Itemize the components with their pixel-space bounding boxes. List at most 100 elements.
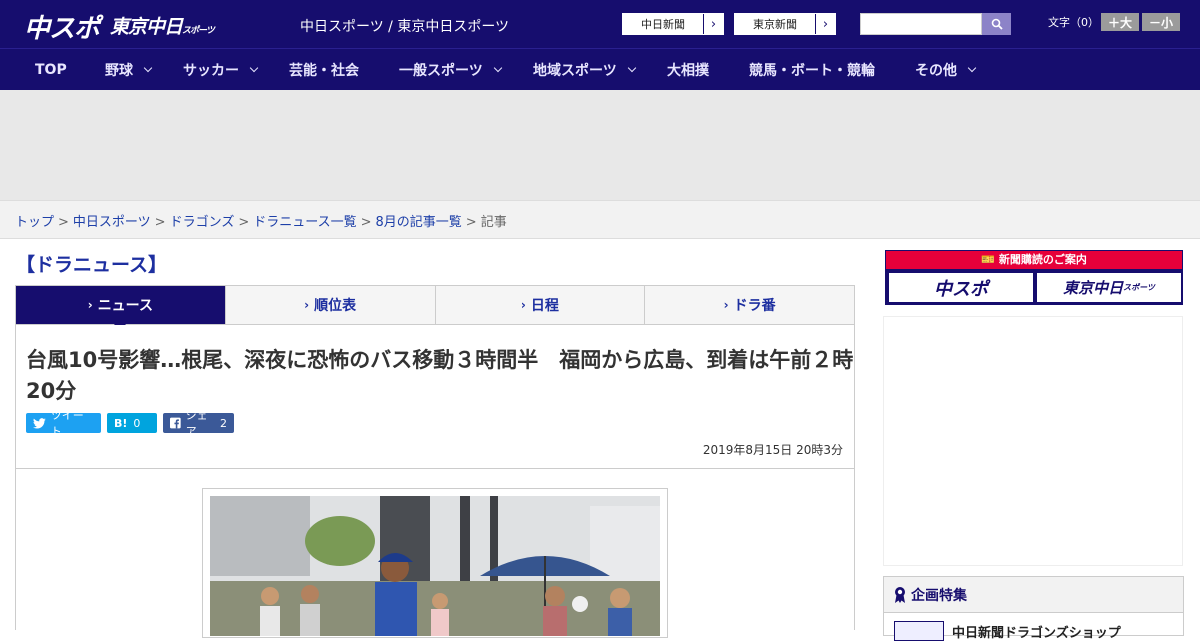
hatena-count: 0	[133, 416, 141, 430]
chevron-right-icon: ›	[703, 14, 723, 34]
site-header: 中スポ 東京中日スポーツ 中日スポーツ / 東京中日スポーツ 中日新聞 › 東京…	[0, 0, 1200, 48]
search-button[interactable]	[982, 13, 1011, 35]
breadcrumb-separator: >	[360, 215, 372, 230]
dragons-shop-thumbnail	[894, 621, 944, 641]
chevron-right-icon: ›	[520, 298, 526, 312]
special-features-title: 企画特集	[911, 587, 967, 604]
ticket-icon: 🎫	[981, 253, 995, 266]
article-divider	[16, 468, 854, 469]
chevron-right-icon: ›	[815, 14, 835, 34]
article-photo-frame	[202, 488, 668, 638]
section-tabs: › ニュース › 順位表 › 日程 › ドラ番	[15, 285, 855, 331]
tokyo-chunichi-sports-logo[interactable]: 東京中日スポーツ	[110, 12, 215, 39]
nav-item-general-sports[interactable]: 一般スポーツ	[399, 49, 502, 91]
tweet-button[interactable]: ツイート	[26, 409, 101, 438]
subscription-header-label: 新聞購読のご案内	[998, 253, 1087, 266]
special-feature-item[interactable]: 中日新聞ドラゴンズショップ	[894, 621, 1121, 641]
tab-standings[interactable]: › 順位表	[226, 286, 436, 324]
subscription-banner[interactable]: 🎫 新聞購読のご案内 中スポ 東京中日 スポーツ	[885, 250, 1183, 305]
facebook-share-count: 2	[220, 416, 227, 430]
tab-schedule[interactable]: › 日程	[436, 286, 646, 324]
ribbon-icon	[895, 586, 905, 603]
section-title: 【ドラニュース】	[16, 254, 168, 276]
tab-news[interactable]: › ニュース	[16, 286, 226, 331]
tokyo-logo-small: スポーツ	[182, 26, 215, 36]
chevron-right-icon: ›	[87, 298, 93, 312]
chevron-down-icon	[249, 63, 259, 73]
twitter-bird-icon	[33, 417, 46, 429]
nav-label: サッカー	[183, 63, 239, 79]
chevron-down-icon	[143, 63, 153, 73]
breadcrumb-link-dragons[interactable]: ドラゴンズ	[170, 215, 235, 230]
nav-label: TOP	[35, 62, 67, 78]
nav-item-soccer[interactable]: サッカー	[183, 49, 259, 91]
chevron-right-icon: ›	[304, 298, 310, 312]
article-photo[interactable]	[210, 496, 660, 636]
site-names: 中日スポーツ / 東京中日スポーツ	[300, 19, 510, 35]
nav-item-racing[interactable]: 競馬・ボート・競輪	[749, 49, 875, 91]
breadcrumb-separator: >	[58, 215, 69, 230]
breadcrumb-link-dora-news-list[interactable]: ドラニュース一覧	[253, 215, 356, 230]
nav-label: その他	[915, 63, 957, 79]
breadcrumb-link-chunichi-sports[interactable]: 中日スポーツ	[73, 215, 151, 230]
subscribe-tokyo-chunichi-button[interactable]: 東京中日 スポーツ	[1037, 273, 1181, 302]
facebook-icon	[170, 417, 181, 429]
hatena-bookmark-button[interactable]: B! 0	[107, 413, 157, 433]
font-smaller-button[interactable]: －小	[1142, 13, 1180, 31]
chevron-right-icon: ›	[723, 298, 729, 312]
tokyo-logo-main: 東京中日	[110, 16, 183, 38]
nav-label: 競馬・ボート・競輪	[749, 63, 875, 79]
sidebar-ad-slot	[883, 316, 1183, 566]
hatena-bookmark-icon: B!	[114, 416, 128, 430]
tab-dora-ban[interactable]: › ドラ番	[645, 286, 854, 324]
nav-item-entertainment[interactable]: 芸能・社会	[289, 49, 359, 91]
tab-label: ドラ番	[733, 298, 776, 314]
breadcrumb-current: 記事	[480, 215, 507, 230]
article-headline: 台風10号影響…根尾、深夜に恐怖のバス移動３時間半 福岡から広島、到着は午前２時…	[26, 348, 854, 403]
nav-label: 芸能・社会	[289, 63, 359, 79]
search-input[interactable]	[860, 13, 982, 35]
search-icon	[991, 18, 1003, 30]
nav-item-top[interactable]: TOP	[35, 49, 67, 91]
font-larger-button[interactable]: ＋大	[1101, 13, 1139, 31]
tab-label: 日程	[530, 298, 559, 314]
main-nav: TOP 野球 サッカー 芸能・社会 一般スポーツ 地域スポーツ 大相撲 競馬・ボ…	[0, 48, 1200, 90]
font-size-label: 文字（0）	[1048, 16, 1099, 29]
special-features-box: 企画特集 中日新聞ドラゴンズショップ	[883, 576, 1184, 641]
publish-date: 2019年8月15日 20時3分	[702, 443, 843, 457]
subscription-header: 🎫 新聞購読のご案内	[886, 251, 1182, 269]
breadcrumb-link-august-articles[interactable]: 8月の記事一覧	[376, 215, 462, 230]
breadcrumb-separator: >	[154, 215, 166, 230]
breadcrumb-separator: >	[238, 215, 250, 230]
special-features-header: 企画特集	[884, 577, 1183, 613]
subscribe-tokyo-small: スポーツ	[1123, 283, 1155, 292]
nav-item-baseball[interactable]: 野球	[105, 49, 153, 91]
chevron-down-icon	[967, 63, 977, 73]
breadcrumb-link-top[interactable]: トップ	[15, 215, 54, 230]
tweet-label: ツイート	[50, 409, 84, 438]
facebook-share-label: シェア	[185, 409, 208, 438]
nav-label: 一般スポーツ	[399, 63, 483, 79]
tab-label: 順位表	[314, 298, 357, 314]
nav-item-local-sports[interactable]: 地域スポーツ	[533, 49, 636, 91]
breadcrumb-separator: >	[465, 215, 477, 230]
nav-label: 野球	[105, 63, 133, 79]
chevron-down-icon	[627, 63, 636, 73]
facebook-share-button[interactable]: シェア 2	[163, 409, 234, 438]
ad-banner-area	[0, 90, 1200, 200]
subscribe-tokyo-main: 東京中日	[1063, 279, 1124, 297]
breadcrumb: トップ > 中日スポーツ > ドラゴンズ > ドラニュース一覧 >8月の記事一覧 > 記事	[0, 200, 1200, 239]
nav-item-other[interactable]: その他	[915, 49, 977, 91]
chevron-down-icon	[493, 63, 502, 73]
special-feature-item-label: 中日新聞ドラゴンズショップ	[952, 625, 1121, 641]
tokyo-shimbun-label: 東京新聞	[753, 18, 797, 31]
tokyo-shimbun-link[interactable]: 東京新聞 ›	[734, 13, 836, 35]
subscribe-chunichi-sports-button[interactable]: 中スポ	[889, 273, 1033, 302]
tab-label: ニュース	[97, 298, 153, 314]
nav-label: 地域スポーツ	[533, 63, 617, 79]
chunichi-sports-logo[interactable]: 中スポ	[24, 8, 100, 45]
chunichi-shimbun-link[interactable]: 中日新聞 ›	[622, 13, 724, 35]
nav-item-sumo[interactable]: 大相撲	[667, 49, 709, 91]
chunichi-shimbun-label: 中日新聞	[641, 18, 685, 31]
nav-label: 大相撲	[667, 63, 709, 79]
